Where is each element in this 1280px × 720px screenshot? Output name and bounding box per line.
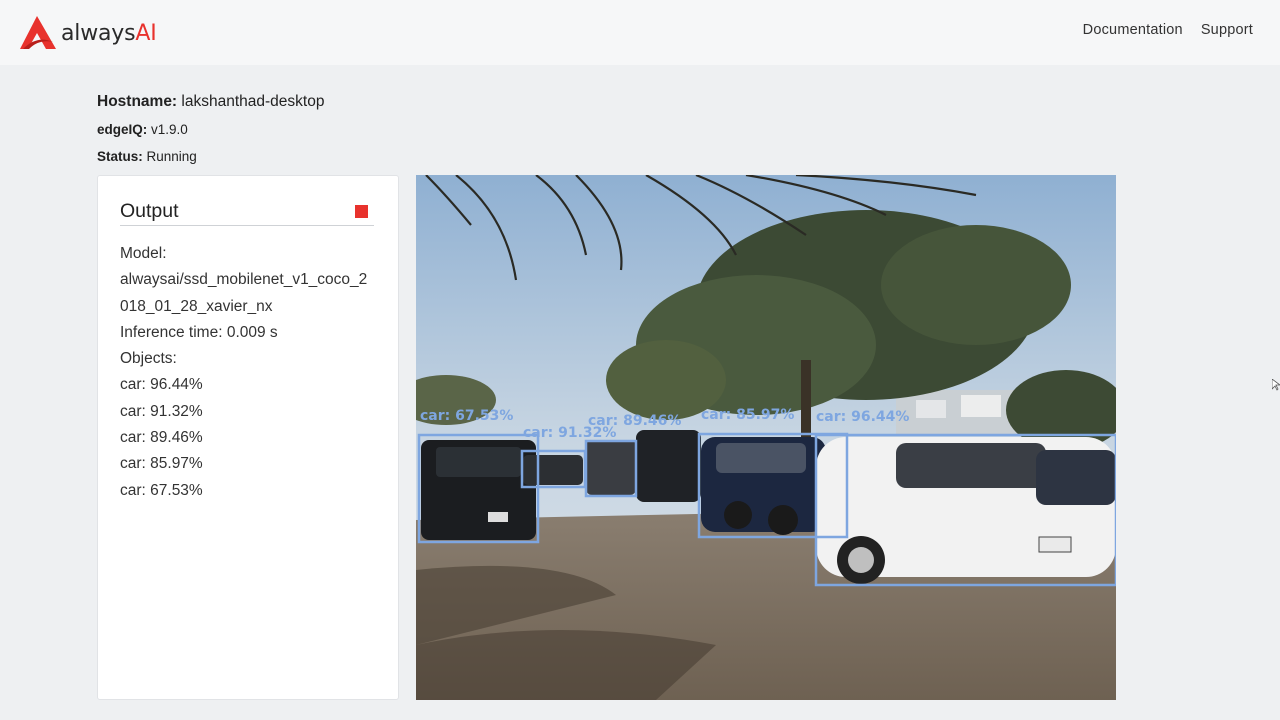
nav-support-link[interactable]: Support xyxy=(1201,22,1253,38)
output-title: Output xyxy=(120,200,179,222)
brand-name: alwaysAI xyxy=(61,20,157,46)
nav-documentation-link[interactable]: Documentation xyxy=(1083,22,1183,38)
model-value: alwaysai/ssd_mobilenet_v1_coco_2018_01_2… xyxy=(120,271,368,315)
alwaysai-logo[interactable]: alwaysAI xyxy=(19,15,157,51)
object-item: car: 89.46% xyxy=(120,429,203,447)
edgeiq-version: v1.9.0 xyxy=(151,122,188,137)
alwaysai-logo-icon xyxy=(20,16,56,49)
video-stream: car: 67.53% car: 91.32% car: 89.46% car:… xyxy=(416,175,1116,700)
detection-label: car: 67.53% xyxy=(420,408,513,424)
detection-label: car: 85.97% xyxy=(701,407,794,423)
object-item: car: 85.97% xyxy=(120,455,203,473)
mouse-cursor-icon xyxy=(1272,379,1280,391)
status-row: Status: Running xyxy=(97,149,197,164)
hostname-label: Hostname: xyxy=(97,93,178,110)
hostname-row: Hostname: lakshanthad-desktop xyxy=(97,93,324,111)
detection-label: car: 96.44% xyxy=(816,409,909,425)
object-item: car: 96.44% xyxy=(120,376,203,394)
edgeiq-label: edgeIQ: xyxy=(97,122,148,137)
status-label: Status: xyxy=(97,149,143,164)
output-header: Output xyxy=(120,200,374,226)
object-item: car: 91.32% xyxy=(120,402,203,420)
status-value: Running xyxy=(146,149,197,164)
hostname-value: lakshanthad-desktop xyxy=(181,93,325,110)
output-panel: Output Model: alwaysai/ssd_mobilenet_v1_… xyxy=(97,175,399,700)
detection-label: car: 89.46% xyxy=(588,413,681,429)
video-scene: car: 67.53% car: 91.32% car: 89.46% car:… xyxy=(416,175,1116,700)
inference-time: Inference time: 0.009 s xyxy=(120,323,278,341)
model-label: Model: xyxy=(120,245,167,262)
stop-button[interactable] xyxy=(355,205,368,218)
top-navbar: alwaysAI Documentation Support xyxy=(0,0,1280,65)
edgeiq-row: edgeIQ: v1.9.0 xyxy=(97,122,188,137)
output-body: Model: alwaysai/ssd_mobilenet_v1_coco_20… xyxy=(120,241,374,504)
object-item: car: 67.53% xyxy=(120,481,203,499)
objects-label: Objects: xyxy=(120,350,177,368)
